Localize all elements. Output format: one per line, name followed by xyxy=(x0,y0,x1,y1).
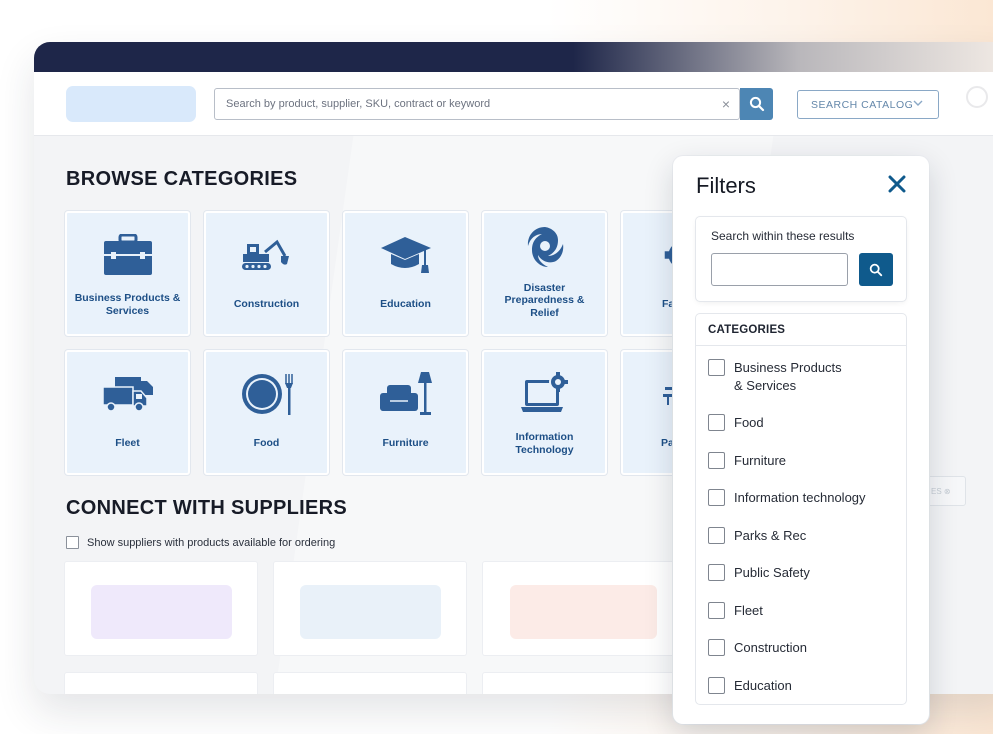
trucks-icon xyxy=(67,370,188,418)
graduation-cap-icon xyxy=(345,231,466,279)
filter-category-label: Food xyxy=(734,415,764,430)
filter-category-label: Information technology xyxy=(734,490,866,505)
supplier-card[interactable] xyxy=(483,673,675,694)
filter-category-business[interactable]: Business Products & Services xyxy=(708,359,842,395)
checkbox[interactable] xyxy=(708,414,725,431)
search-icon xyxy=(749,96,764,112)
checkbox[interactable] xyxy=(708,677,725,694)
checkbox[interactable] xyxy=(708,564,725,581)
filters-title: Filters xyxy=(696,173,756,198)
checkbox[interactable] xyxy=(708,527,725,544)
category-tile-education[interactable]: Education xyxy=(343,211,468,336)
category-tile-food[interactable]: Food xyxy=(204,350,329,475)
category-tile-label: Food xyxy=(253,437,280,450)
supplier-card[interactable] xyxy=(65,562,257,655)
category-tile-disaster[interactable]: Disaster Preparedness & Relief xyxy=(482,211,607,336)
connect-suppliers-title: CONNECT WITH SUPPLIERS xyxy=(66,497,348,519)
supplier-card[interactable] xyxy=(483,562,675,655)
category-tile-fleet[interactable]: Fleet xyxy=(65,350,190,475)
filter-category-label: Public Safety xyxy=(734,565,810,580)
filter-category-label: Construction xyxy=(734,640,807,655)
category-tile-label: Disaster Preparedness & Relief xyxy=(504,282,585,319)
search-within-button[interactable] xyxy=(859,253,893,286)
search-button[interactable] xyxy=(740,88,773,120)
filter-category-furniture[interactable]: Furniture xyxy=(708,452,786,470)
checkbox[interactable] xyxy=(708,359,725,376)
category-tile-label: Furniture xyxy=(382,437,429,450)
categories-heading: CATEGORIES xyxy=(696,314,906,346)
excavator-icon xyxy=(206,231,327,279)
category-tile-label: Fleet xyxy=(115,437,140,450)
supplier-logo xyxy=(91,585,232,639)
filter-category-label: Fleet xyxy=(734,603,763,618)
supplier-card[interactable] xyxy=(274,673,466,694)
search-icon xyxy=(869,263,883,276)
search-within-label: Search within these results xyxy=(711,229,855,243)
plate-fork-icon xyxy=(206,370,327,418)
filter-category-parks[interactable]: Parks & Rec xyxy=(708,527,806,545)
supplier-logo xyxy=(300,585,441,639)
category-tile-label: Information Technology xyxy=(515,431,574,456)
filter-category-label: Furniture xyxy=(734,453,787,468)
window-title-bar xyxy=(34,42,993,72)
faded-button[interactable]: ES ⊗ xyxy=(924,476,966,506)
browse-categories-title: BROWSE CATEGORIES xyxy=(66,168,298,190)
search-field[interactable]: × xyxy=(214,88,740,120)
category-tile-label: Education xyxy=(380,298,431,311)
available-suppliers-checkbox-row[interactable]: Show suppliers with products available f… xyxy=(66,536,335,549)
filters-panel: Filters Search within these results CATE… xyxy=(673,156,929,724)
search-catalog-label: SEARCH CATALOG xyxy=(811,98,914,111)
category-tile-it[interactable]: Information Technology xyxy=(482,350,607,475)
category-tile-business[interactable]: Business Products & Services xyxy=(65,211,190,336)
filter-category-label: Education xyxy=(734,678,792,693)
close-icon[interactable] xyxy=(887,174,909,196)
category-tile-label: Construction xyxy=(233,298,300,311)
filter-category-food[interactable]: Food xyxy=(708,414,764,432)
search-input[interactable] xyxy=(215,89,713,119)
filter-category-public-safety[interactable]: Public Safety xyxy=(708,564,810,582)
search-within-input[interactable] xyxy=(711,253,848,286)
briefcase-icon xyxy=(67,231,188,279)
laptop-gear-icon xyxy=(484,370,605,418)
filter-category-construction[interactable]: Construction xyxy=(708,639,807,657)
checkbox[interactable] xyxy=(708,489,725,506)
filter-category-label: Parks & Rec xyxy=(734,528,807,543)
available-suppliers-label: Show suppliers with products available f… xyxy=(87,536,336,549)
checkbox[interactable] xyxy=(708,452,725,469)
filter-category-it[interactable]: Information technology xyxy=(708,489,866,507)
category-tile-furniture[interactable]: Furniture xyxy=(343,350,468,475)
filter-category-fleet[interactable]: Fleet xyxy=(708,602,763,620)
chevron-down-icon xyxy=(913,100,923,106)
category-tile-construction[interactable]: Construction xyxy=(204,211,329,336)
supplier-logo xyxy=(510,585,657,639)
search-within-box: Search within these results xyxy=(696,217,906,301)
supplier-card[interactable] xyxy=(274,562,466,655)
clear-search-icon[interactable]: × xyxy=(713,96,739,112)
categories-filter-box: CATEGORIES Business Products & Services … xyxy=(696,314,906,704)
filter-category-label: Business Products & Services xyxy=(734,360,842,393)
category-tile-label: Business Products & Services xyxy=(74,292,181,317)
checkbox[interactable] xyxy=(708,639,725,656)
armchair-lamp-icon xyxy=(345,370,466,418)
brand-logo[interactable] xyxy=(66,86,196,122)
available-suppliers-checkbox[interactable] xyxy=(66,536,79,549)
app-header: × SEARCH CATALOG xyxy=(34,72,993,136)
account-avatar[interactable] xyxy=(966,86,988,108)
filter-category-education[interactable]: Education xyxy=(708,677,792,695)
search-catalog-select[interactable]: SEARCH CATALOG xyxy=(797,90,939,119)
hurricane-icon xyxy=(484,223,605,271)
supplier-card[interactable] xyxy=(65,673,257,694)
checkbox[interactable] xyxy=(708,602,725,619)
